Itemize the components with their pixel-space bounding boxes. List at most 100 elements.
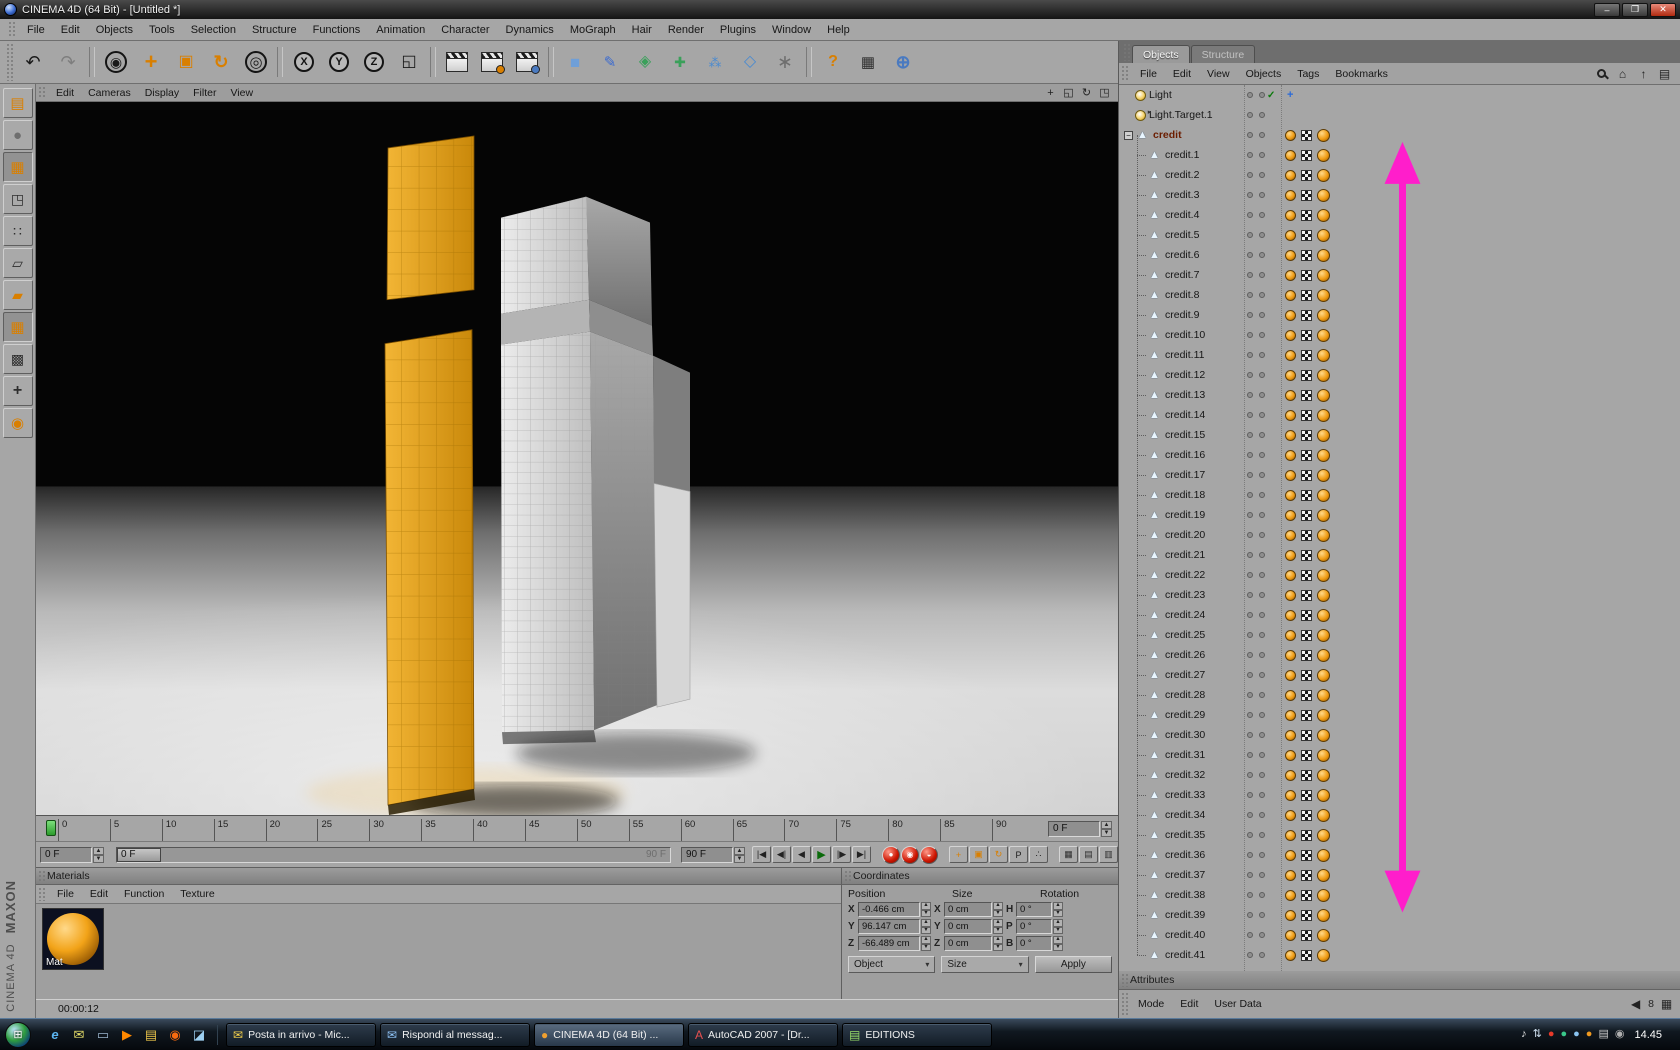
object-row-credit-20[interactable]: ▲ credit.20 [1119, 515, 1680, 545]
internet-explorer-icon[interactable]: e [45, 1025, 65, 1045]
tray-volume-icon[interactable]: ♪ [1521, 1029, 1527, 1040]
mail-icon[interactable]: ✉ [69, 1025, 89, 1045]
texture-tag-icon[interactable] [1301, 429, 1312, 441]
timeline-layout-button[interactable]: ▤ [1079, 846, 1098, 863]
layer-toggle-dots[interactable] [1247, 692, 1265, 698]
enabled-check-icon[interactable]: ✓ [1267, 90, 1275, 101]
snap-settings-button[interactable]: ▦ [851, 45, 885, 79]
points-mode-tool[interactable]: ∷ [2, 216, 33, 246]
layer-toggle-dots[interactable] [1247, 272, 1265, 278]
powerslider[interactable]: 0 F 90 F [116, 846, 671, 863]
photo-viewer-icon[interactable]: ◪ [189, 1025, 209, 1045]
layer-toggle-dots[interactable] [1247, 812, 1265, 818]
texture-tag-icon[interactable] [1301, 209, 1312, 221]
lock-z-axis-button[interactable]: Z [357, 45, 391, 79]
autokey-button[interactable]: ◉ [901, 845, 919, 864]
prev-panel-icon[interactable]: ◀ [1628, 997, 1643, 1011]
material-tag2-icon[interactable] [1317, 608, 1330, 622]
material-tag2-icon[interactable] [1317, 328, 1330, 342]
layer-toggle-dots[interactable] [1247, 772, 1265, 778]
layer-toggle-dots[interactable] [1247, 532, 1265, 538]
material-tag-icon[interactable] [1285, 649, 1296, 661]
taskbar-button-autocad-2007-dr[interactable]: A AutoCAD 2007 - [Dr... [688, 1022, 838, 1047]
object-row-credit-35[interactable]: ▲ credit.35 [1119, 815, 1680, 845]
materials-panel-header[interactable]: Materials [36, 868, 841, 885]
material-tag2-icon[interactable] [1317, 728, 1330, 742]
layer-toggle-dots[interactable] [1247, 232, 1265, 238]
render-view-button[interactable] [440, 45, 474, 79]
object-row-credit-38[interactable]: ▲ credit.38 [1119, 875, 1680, 905]
add-modeling-object-button[interactable]: ✚ [663, 45, 697, 79]
toggle-view-icon[interactable]: ◳ [1097, 86, 1112, 99]
texture-tag-icon[interactable] [1301, 409, 1312, 421]
add-deformer-object-button[interactable]: ◇ [733, 45, 767, 79]
material-tag-icon[interactable] [1285, 709, 1296, 721]
material-tag-icon[interactable] [1285, 149, 1296, 161]
taskbar-button-editions[interactable]: ▤ EDITIONS [842, 1022, 992, 1047]
texture-tag-icon[interactable] [1301, 289, 1312, 301]
attributes-panel-header[interactable]: Attributes [1119, 971, 1680, 990]
material-tag-icon[interactable] [1285, 469, 1296, 481]
object-row-credit-16[interactable]: ▲ credit.16 [1119, 435, 1680, 465]
material-tag-icon[interactable] [1285, 489, 1296, 501]
attributes-menu-item-edit[interactable]: Edit [1172, 996, 1206, 1012]
material-tag-icon[interactable] [1285, 929, 1296, 941]
material-tag-icon[interactable] [1285, 729, 1296, 741]
layer-toggle-dots[interactable] [1247, 192, 1265, 198]
material-tag-icon[interactable] [1285, 769, 1296, 781]
layer-toggle-dots[interactable] [1247, 292, 1265, 298]
objects-menu-item-tags[interactable]: Tags [1289, 66, 1327, 82]
texture-tag-icon[interactable] [1301, 269, 1312, 281]
layer-toggle-dots[interactable] [1247, 132, 1265, 138]
redo-button[interactable]: ↷ [51, 45, 85, 79]
pos-value-field[interactable]: -0.466 cm [858, 902, 920, 917]
material-tag2-icon[interactable] [1317, 688, 1330, 702]
object-row-credit-31[interactable]: ▲ credit.31 [1119, 735, 1680, 765]
material-tag2-icon[interactable] [1317, 828, 1330, 842]
material-tag2-icon[interactable] [1317, 508, 1330, 522]
material-tag-icon[interactable] [1285, 749, 1296, 761]
menu-item-file[interactable]: File [19, 22, 53, 38]
material-tag2-icon[interactable] [1317, 648, 1330, 662]
material-tag-icon[interactable] [1285, 329, 1296, 341]
texture-tag-icon[interactable] [1301, 309, 1312, 321]
maximize-button[interactable]: ❐ [1622, 2, 1648, 17]
objects-menu-item-view[interactable]: View [1199, 66, 1238, 82]
menu-item-functions[interactable]: Functions [305, 22, 369, 38]
undo-button[interactable]: ↶ [16, 45, 50, 79]
size-value-field[interactable]: 0 cm [944, 902, 992, 917]
material-tag-icon[interactable] [1285, 609, 1296, 621]
object-row-credit-21[interactable]: ▲ credit.21 [1119, 535, 1680, 565]
tray-network-icon[interactable]: ⇅ [1533, 1029, 1542, 1040]
rot-value-field[interactable]: 0 ° [1016, 902, 1052, 917]
texture-tag-icon[interactable] [1301, 249, 1312, 261]
material-tag2-icon[interactable] [1317, 468, 1330, 482]
object-row-credit-8[interactable]: ▲ credit.8 [1119, 275, 1680, 305]
last-used-tool[interactable]: ◎ [239, 45, 273, 79]
layer-toggle-dots[interactable] [1247, 572, 1265, 578]
material-tag-icon[interactable] [1285, 169, 1296, 181]
object-row-credit-26[interactable]: ▲ credit.26 [1119, 635, 1680, 665]
uv-mode-tool[interactable]: ▦ [2, 312, 33, 342]
texture-tag-icon[interactable] [1301, 449, 1312, 461]
material-tag2-icon[interactable] [1317, 228, 1330, 242]
show-desktop-icon[interactable]: ▭ [93, 1025, 113, 1045]
add-particles-object-button[interactable]: ∗ [768, 45, 802, 79]
object-row-credit-28[interactable]: ▲ credit.28 [1119, 675, 1680, 705]
object-row-credit[interactable]: − ▲ credit [1119, 125, 1680, 145]
menu-item-mograph[interactable]: MoGraph [562, 22, 624, 38]
layer-toggle-dots[interactable] [1247, 732, 1265, 738]
material-tag2-icon[interactable] [1317, 668, 1330, 682]
texture-tag-icon[interactable] [1301, 849, 1312, 861]
objects-menu-item-edit[interactable]: Edit [1165, 66, 1199, 82]
object-tree[interactable]: Light✓+Light.Target.1−▲credit▲credit.1▲c… [1119, 85, 1680, 971]
material-tag-icon[interactable] [1285, 909, 1296, 921]
material-tag2-icon[interactable] [1317, 748, 1330, 762]
tray-messenger-icon[interactable]: ● [1560, 1029, 1567, 1040]
texture-tag-icon[interactable] [1301, 769, 1312, 781]
material-tag-icon[interactable] [1285, 509, 1296, 521]
material-tag2-icon[interactable] [1317, 348, 1330, 362]
viewport-menu-item-filter[interactable]: Filter [186, 86, 223, 100]
texture-tag-icon[interactable] [1301, 649, 1312, 661]
perspective-viewport[interactable] [36, 102, 1118, 816]
